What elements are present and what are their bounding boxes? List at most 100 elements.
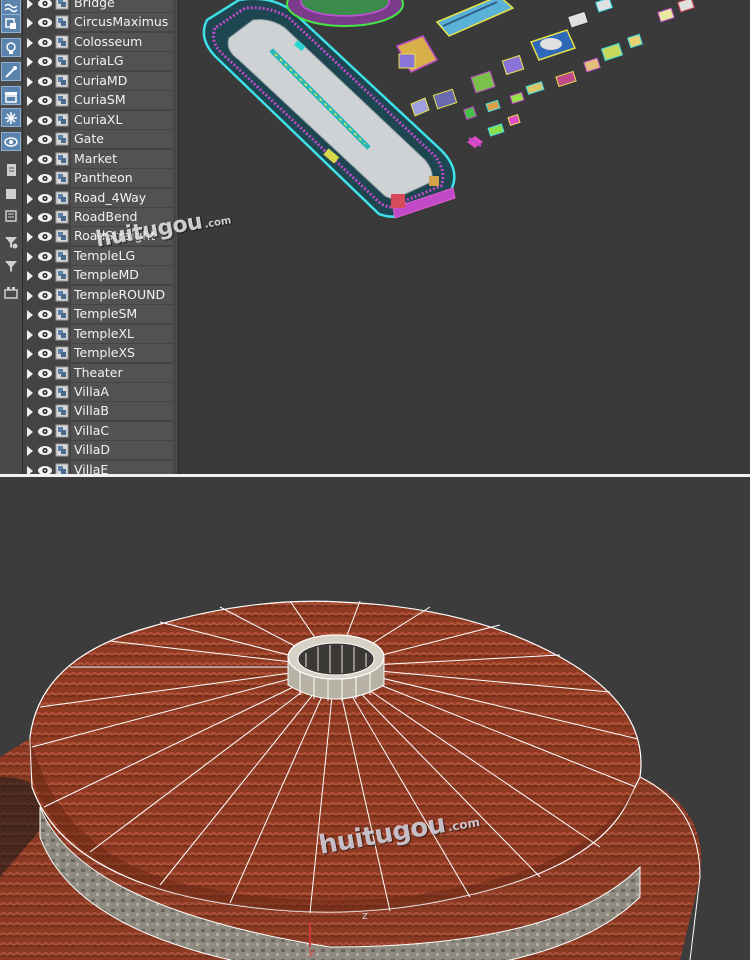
expand-arrow-icon[interactable] [27, 115, 33, 126]
expand-arrow-icon[interactable] [27, 154, 33, 165]
explorer-row[interactable]: Gate [23, 130, 173, 149]
visibility-eye-icon[interactable] [37, 290, 53, 301]
expand-arrow-icon[interactable] [27, 135, 33, 146]
explorer-row[interactable]: Road_4Way [23, 188, 173, 208]
explorer-row[interactable]: TempleSM [23, 305, 173, 324]
object-group-icon [55, 35, 69, 49]
helper-tool-tool-button[interactable] [1, 62, 21, 81]
explorer-item-label: Bridge [71, 0, 173, 12]
visibility-eye-icon[interactable] [37, 115, 53, 126]
expand-arrow-icon[interactable] [27, 76, 33, 87]
layer-box-tool-button[interactable] [1, 86, 21, 105]
object-group-icon [55, 346, 69, 360]
visibility-eye-icon[interactable] [37, 134, 53, 145]
explorer-row[interactable]: Market [23, 149, 173, 169]
visibility-eye-icon[interactable] [37, 95, 53, 106]
explorer-row[interactable]: CuriaSM [23, 91, 173, 110]
select-object-tool-button[interactable] [1, 14, 21, 33]
visibility-eye-icon[interactable] [37, 17, 53, 28]
snowflake-freeze-tool-button[interactable] [1, 108, 21, 127]
visibility-eye-icon[interactable] [37, 348, 53, 359]
object-group-icon [55, 327, 69, 341]
visibility-eye-icon[interactable] [37, 387, 53, 398]
explorer-row[interactable]: CuriaMD [23, 71, 173, 91]
filter-settings-tool-button[interactable] [1, 232, 21, 251]
oculus-cylinder[interactable] [287, 634, 385, 701]
explorer-row[interactable]: CuriaXL [23, 110, 173, 130]
visibility-eye-icon[interactable] [37, 231, 53, 242]
visibility-eye-icon[interactable] [37, 406, 53, 417]
visibility-eye-icon[interactable] [37, 329, 53, 340]
expand-arrow-icon[interactable] [27, 174, 33, 185]
visibility-eye-icon[interactable] [37, 56, 53, 67]
explorer-row[interactable]: CuriaLG [23, 52, 173, 71]
visibility-eye-icon[interactable] [37, 270, 53, 281]
explorer-row[interactable]: TempleXL [23, 324, 173, 344]
expand-arrow-icon[interactable] [27, 212, 33, 223]
explorer-row[interactable]: TempleROUND [23, 285, 173, 305]
explorer-row[interactable]: VillaB [23, 402, 173, 421]
visibility-eye-icon[interactable] [37, 309, 53, 320]
expand-arrow-icon[interactable] [27, 368, 33, 379]
viewport-top[interactable]: huitugou.com [94, 0, 750, 474]
object-group-icon [55, 229, 69, 243]
container-tool-button[interactable] [1, 282, 21, 301]
object-group-icon [55, 0, 69, 10]
visibility-eye-icon[interactable] [37, 368, 53, 379]
explorer-row[interactable]: Pantheon [23, 169, 173, 188]
expand-arrow-icon[interactable] [27, 251, 33, 262]
explorer-row[interactable]: Theater [23, 363, 173, 383]
visibility-eye-icon[interactable] [37, 251, 53, 262]
expand-arrow-icon[interactable] [27, 96, 33, 107]
expand-arrow-icon[interactable] [27, 271, 33, 282]
expand-arrow-icon[interactable] [27, 193, 33, 204]
visibility-eye-icon[interactable] [37, 154, 53, 165]
expand-arrow-icon[interactable] [27, 310, 33, 321]
visibility-eye-icon[interactable] [37, 426, 53, 437]
explorer-row[interactable]: Bridge [23, 0, 173, 13]
expand-arrow-icon[interactable] [27, 407, 33, 418]
object-group-icon [55, 307, 69, 321]
document-list-tool-button[interactable] [1, 160, 21, 179]
building-models[interactable] [395, 0, 695, 148]
expand-arrow-icon[interactable] [27, 329, 33, 340]
explorer-item-label: Colosseum [71, 32, 173, 51]
visibility-eye-icon[interactable] [37, 76, 53, 87]
explorer-row[interactable]: VillaE [23, 460, 173, 474]
explorer-row[interactable]: VillaD [23, 441, 173, 460]
visibility-eye-icon[interactable] [37, 212, 53, 223]
visibility-eye-icon[interactable] [37, 193, 53, 204]
expand-arrow-icon[interactable] [27, 426, 33, 437]
viewport-bottom[interactable]: z y huitugou.com [0, 477, 750, 960]
object-group-icon [55, 93, 69, 107]
expand-arrow-icon[interactable] [27, 57, 33, 68]
gizmo-z-label: z [362, 909, 368, 922]
funnel-filter-tool-button[interactable] [1, 256, 21, 275]
explorer-row[interactable]: Colosseum [23, 32, 173, 52]
explorer-row[interactable]: TempleMD [23, 266, 173, 285]
expand-arrow-icon[interactable] [27, 37, 33, 48]
expand-arrow-icon[interactable] [27, 232, 33, 243]
visibility-eye-icon[interactable] [37, 445, 53, 456]
square-tool-button[interactable] [1, 184, 21, 203]
expand-arrow-icon[interactable] [27, 388, 33, 398]
eye-visibility-tool-button[interactable] [1, 132, 21, 151]
visibility-eye-icon[interactable] [37, 37, 53, 48]
visibility-eye-icon[interactable] [37, 0, 53, 9]
expand-arrow-icon[interactable] [27, 18, 33, 29]
details-list-tool-button[interactable] [1, 206, 21, 225]
explorer-row[interactable]: CircusMaximus [23, 13, 173, 32]
explorer-row[interactable]: TempleXS [23, 344, 173, 363]
explorer-row[interactable]: VillaC [23, 421, 173, 441]
expand-arrow-icon[interactable] [27, 465, 33, 474]
expand-arrow-icon[interactable] [27, 349, 33, 360]
visibility-eye-icon[interactable] [37, 173, 53, 184]
light-bulb-tool-button[interactable] [1, 38, 21, 57]
explorer-item-label: TempleSM [71, 305, 173, 324]
expand-arrow-icon[interactable] [27, 0, 33, 9]
expand-arrow-icon[interactable] [27, 446, 33, 457]
object-group-icon [55, 424, 69, 438]
visibility-eye-icon[interactable] [37, 465, 53, 474]
explorer-row[interactable]: VillaA [23, 383, 173, 402]
expand-arrow-icon[interactable] [27, 290, 33, 301]
